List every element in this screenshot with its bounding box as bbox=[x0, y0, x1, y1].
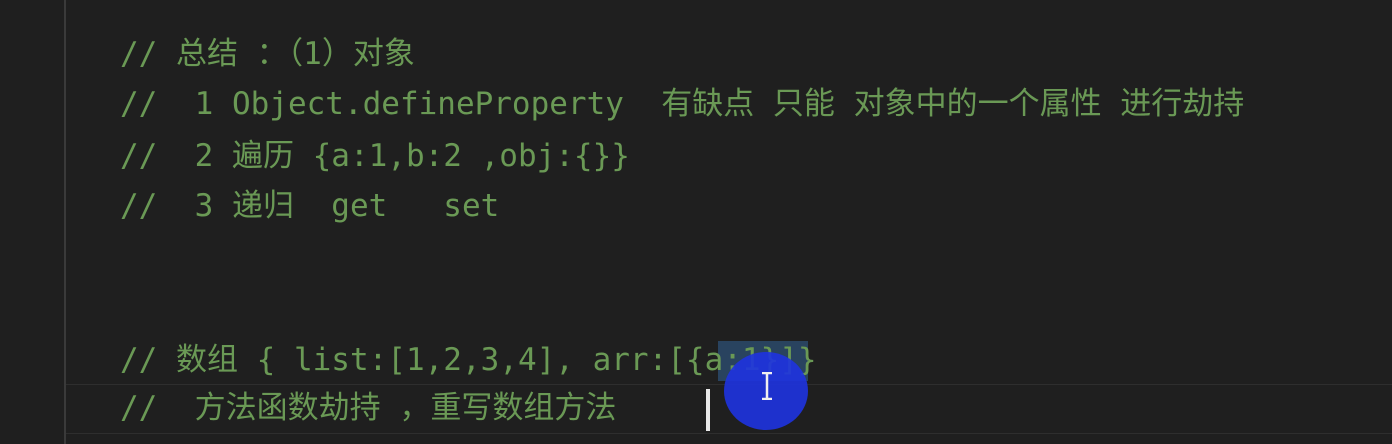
indent-guide bbox=[64, 0, 66, 444]
code-line-1[interactable]: // 总结 ：（1）对象 bbox=[120, 30, 415, 78]
code-line-4[interactable]: // 3 递归 get set bbox=[120, 182, 499, 230]
code-line-5[interactable]: // 数组 { list:[1,2,3,4], arr:[{a:1}]} bbox=[120, 336, 817, 384]
code-line-3[interactable]: // 2 遍历 {a:1,b:2 ,obj:{}} bbox=[120, 132, 630, 180]
code-editor[interactable]: // 总结 ：（1）对象 // 1 Object.defineProperty … bbox=[0, 0, 1392, 444]
code-line-2[interactable]: // 1 Object.defineProperty 有缺点 只能 对象中的一个… bbox=[120, 80, 1244, 128]
code-line-6[interactable]: // 方法函数劫持 ，重写数组方法 bbox=[120, 384, 635, 432]
i-beam-cursor-icon bbox=[762, 372, 772, 400]
text-cursor bbox=[706, 389, 710, 431]
